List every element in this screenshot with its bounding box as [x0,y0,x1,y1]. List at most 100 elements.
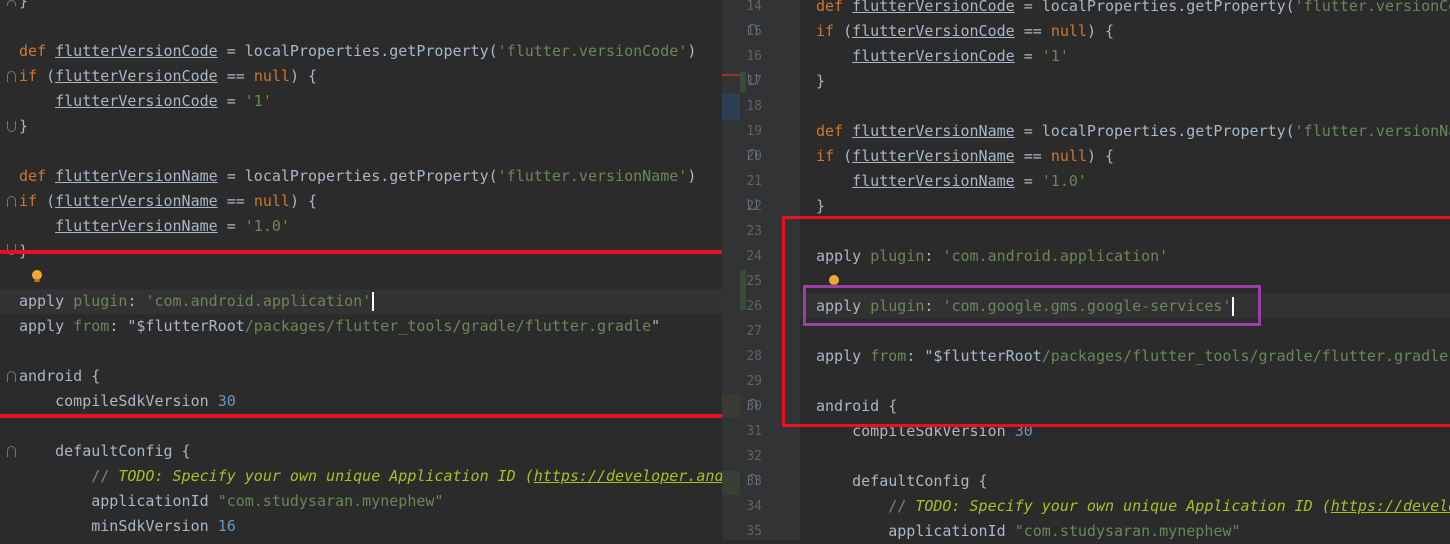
code-line[interactable] [816,94,1450,119]
code-token: if [19,192,47,210]
code-token: null [1050,22,1087,40]
code-token: = [217,217,245,235]
code-token: minSdkVersion [19,517,218,535]
code-token: flutterVersionName [55,192,218,210]
code-token: apply [19,292,74,310]
code-line[interactable]: apply from: "$flutterRoot/packages/flutt… [19,314,722,339]
fold-marker-icon[interactable] [7,0,16,6]
code-token: https://developer.android.com/studio/bui… [533,467,722,485]
fold-marker-icon[interactable] [748,149,757,160]
fold-marker-icon[interactable] [7,121,16,132]
code-line[interactable]: applicationId "com.studysaran.mynephew" [816,519,1450,540]
code-token: " [651,317,661,335]
code-token: 16 [217,517,236,535]
code-token: if [816,147,844,165]
fold-marker-icon[interactable] [748,74,757,85]
annotation-red-line-bottom [0,414,722,418]
code-token: 'flutter.versionCode' [497,42,688,60]
code-token: ) [687,42,697,60]
text-cursor [372,292,375,311]
code-line[interactable] [19,264,722,289]
line-number: 19 [746,124,762,139]
code-token: == [1014,147,1051,165]
change-marker [740,72,746,92]
code-line[interactable]: minSdkVersion 16 [19,514,722,539]
fold-marker-icon[interactable] [7,71,16,82]
fold-marker-icon[interactable] [748,199,757,210]
code-token: def [816,0,853,15]
code-line[interactable]: android { [19,364,722,389]
code-token: : [127,292,146,310]
code-token: from [73,317,110,335]
line-number: 23 [746,224,762,239]
code-token: ) { [289,192,318,210]
lightbulb-icon[interactable] [30,269,44,283]
code-token: /packages/flutter_tools/gradle/flutter.g… [244,317,652,335]
code-line[interactable]: } [816,69,1450,94]
code-token: null [253,192,290,210]
code-token: "$flutterRoot [127,317,245,335]
code-line[interactable]: flutterVersionCode = '1' [816,44,1450,69]
code-token: flutterVersionName [852,172,1015,190]
code-line[interactable]: } [19,114,722,139]
code-line[interactable]: def flutterVersionName = localProperties… [19,164,722,189]
code-line[interactable]: def flutterVersionCode = localProperties… [816,0,1450,19]
code-token: https://developer.android.com/studio/bui… [1330,497,1450,515]
code-line[interactable]: if (flutterVersionName == null) { [816,144,1450,169]
code-line[interactable]: } [19,0,722,14]
code-line[interactable]: if (flutterVersionName == null) { [19,189,722,214]
code-token: '1.0' [244,217,290,235]
code-line[interactable]: flutterVersionCode = '1' [19,89,722,114]
code-line[interactable]: // TODO: Specify your own unique Applica… [19,464,722,489]
code-token: applicationId [19,492,218,510]
line-number: 35 [746,524,762,539]
code-line[interactable]: apply plugin: 'com.android.application' [19,289,722,314]
code-token: // [91,467,119,485]
code-line[interactable]: def flutterVersionName = localProperties… [816,119,1450,144]
code-line[interactable]: defaultConfig { [19,439,722,464]
code-line[interactable]: if (flutterVersionCode == null) { [19,64,722,89]
diff-marker [722,94,740,120]
code-line[interactable]: // TODO: Specify your own unique Applica… [816,494,1450,519]
left-editor-pane[interactable]: } def flutterVersionCode = localPropertie… [0,0,722,540]
code-token: ) { [1086,147,1115,165]
code-line[interactable]: applicationId "com.studysaran.mynephew" [19,489,722,514]
code-token: if [19,67,47,85]
code-line[interactable]: flutterVersionName = '1.0' [816,169,1450,194]
code-line[interactable] [19,139,722,164]
code-token: ( [46,192,56,210]
fold-marker-icon[interactable] [748,399,757,410]
code-token: 'flutter.versionName' [1294,122,1450,140]
code-token: // [888,497,916,515]
code-token: flutterVersionCode [55,42,218,60]
code-token: } [19,0,29,10]
code-line[interactable]: if (flutterVersionCode == null) { [816,19,1450,44]
code-token: flutterVersionCode [55,67,218,85]
code-line[interactable] [19,14,722,39]
fold-marker-icon[interactable] [7,446,16,457]
code-line[interactable]: compileSdkVersion 30 [19,389,722,414]
code-line[interactable] [816,444,1450,469]
code-token: : [109,317,128,335]
line-number: 21 [746,174,762,189]
line-number: 28 [746,349,762,364]
code-line[interactable] [19,339,722,364]
fold-marker-icon[interactable] [7,371,16,382]
fold-marker-icon[interactable] [7,196,16,207]
code-line[interactable]: flutterVersionName = '1.0' [19,214,722,239]
code-token: TODO: Specify your own unique Applicatio… [915,497,1331,515]
code-token: ( [843,22,853,40]
code-line[interactable]: defaultConfig { [816,469,1450,494]
line-number: 27 [746,324,762,339]
code-token: ) [687,167,697,185]
code-token: flutterVersionCode [852,0,1015,15]
code-token: 'com.android.application' [145,292,372,310]
fold-marker-icon[interactable] [748,474,757,485]
diff-divider[interactable] [722,0,740,540]
code-line[interactable]: def flutterVersionCode = localProperties… [19,39,722,64]
fold-marker-icon[interactable] [748,24,757,35]
